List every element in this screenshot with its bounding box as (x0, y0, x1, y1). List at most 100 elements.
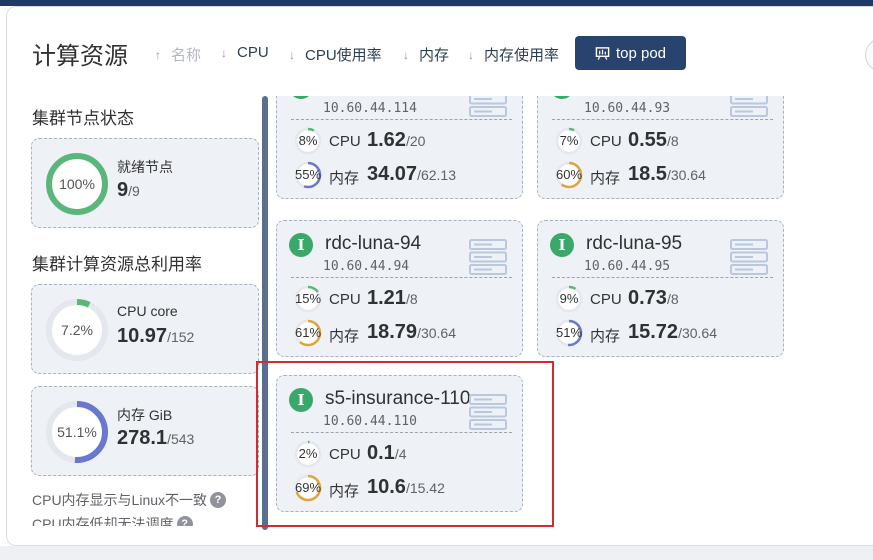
ready-nodes-label: 就绪节点 (117, 159, 173, 175)
memory-gib-percent: 51.1% (57, 424, 97, 440)
help-icon[interactable]: ? (210, 492, 227, 508)
sort-memory-usage-label: 内存使用率 (484, 47, 560, 64)
memory-label: 内存 (590, 170, 621, 187)
node-ip: 10.60.44.114 (323, 101, 417, 116)
sort-arrow-icon: ↓ (403, 47, 409, 62)
memory-usage-percent: 61% (294, 325, 322, 340)
help-icon[interactable]: ? (176, 516, 193, 526)
note-clip: CPU内存低却无法调度 ? (0, 510, 262, 526)
cpu-usage-percent: 9% (559, 291, 579, 306)
server-icon (469, 239, 507, 275)
server-icon (469, 96, 507, 117)
cpu-core-total: /152 (167, 329, 195, 345)
sort-memory[interactable]: ↓ 内存 (403, 44, 449, 65)
cpu-used: 1.62 (367, 129, 406, 151)
sort-cpu-label: CPU (237, 44, 269, 61)
card-divider (552, 277, 773, 278)
cpu-core-card: 7.2% CPU core 10.97/152 (31, 284, 259, 374)
node-ip: 10.60.44.94 (323, 259, 410, 274)
cpu-usage-percent: 8% (298, 133, 318, 148)
cpu-used: 0.73 (628, 287, 667, 309)
sort-cpu-usage-label: CPU使用率 (305, 47, 382, 64)
node-name: rdc-luna-94 (325, 233, 422, 254)
memory-gib-label: 内存 GiB (117, 407, 173, 423)
sort-arrow-icon: ↓ (221, 45, 227, 60)
node-ip: 10.60.44.93 (584, 101, 671, 116)
top-pod-button[interactable]: top pod (575, 36, 686, 70)
highlight-box (256, 361, 554, 527)
top-pod-label: top pod (615, 44, 667, 62)
cluster-utilization-title: 集群计算资源总利用率 (32, 255, 202, 274)
cpu-total: /8 (666, 291, 679, 307)
cpu-core-value: 10.97/152 (117, 325, 194, 348)
memory-used: 15.72 (628, 321, 679, 343)
node-card[interactable]: I 10.60.44.114 8% CPU 1.62/20 55% 内存 34.… (276, 96, 523, 199)
memory-total: /30.64 (417, 325, 456, 341)
memory-value: 34.07/62.13 (367, 163, 456, 186)
node-card[interactable]: I 10.60.44.93 7% CPU 0.55/8 60% 内存 18.5/… (537, 96, 784, 199)
sort-memory-label: 内存 (419, 47, 450, 64)
card-divider (552, 119, 773, 120)
memory-gib-used: 278.1 (117, 427, 168, 449)
memory-total: /62.13 (417, 167, 456, 183)
cpu-label: CPU (329, 291, 361, 308)
server-icon (730, 239, 768, 275)
sort-arrow-icon: ↓ (289, 47, 295, 62)
node-type-icon: I (550, 96, 574, 99)
memory-label: 内存 (329, 328, 360, 345)
ready-nodes-total: /9 (128, 183, 140, 199)
memory-usage-percent: 55% (294, 167, 322, 182)
cpu-total: /8 (666, 133, 679, 149)
memory-gib-value: 278.1/543 (117, 427, 194, 450)
memory-value: 15.72/30.64 (628, 321, 717, 344)
page-title: 计算资源 (32, 43, 128, 70)
card-divider (291, 277, 512, 278)
memory-total: /30.64 (666, 167, 706, 183)
cluster-node-status-title: 集群节点状态 (32, 109, 134, 128)
memory-used: 18.79 (367, 321, 418, 343)
node-type-icon: I (289, 96, 313, 99)
cpu-value: 0.55/8 (628, 129, 679, 152)
cpu-label: CPU (590, 291, 622, 308)
memory-used: 34.07 (367, 163, 418, 185)
sort-cpu[interactable]: ↓ CPU (221, 44, 269, 61)
card-divider (291, 119, 512, 120)
bottom-strip (0, 546, 873, 560)
memory-value: 18.5/30.64 (628, 163, 706, 186)
cpu-value: 1.62/20 (367, 129, 425, 152)
ready-nodes-card: 100% 就绪节点 9/9 (31, 138, 259, 228)
memory-total: /30.64 (678, 325, 717, 341)
note-unschedulable[interactable]: CPU内存低却无法调度 ? (32, 514, 193, 526)
memory-used: 18.5 (628, 163, 667, 185)
memory-gib-card: 51.1% 内存 GiB 278.1/543 (31, 386, 259, 476)
cpu-total: /8 (405, 291, 418, 307)
cpu-usage-percent: 15% (294, 291, 322, 306)
memory-usage-percent: 51% (555, 325, 583, 340)
cpu-total: /20 (405, 133, 426, 149)
server-icon (730, 96, 768, 117)
node-card[interactable]: I rdc-luna-94 10.60.44.94 15% CPU 1.21/8… (276, 220, 523, 357)
cpu-used: 1.21 (367, 287, 406, 309)
memory-value: 18.79/30.64 (367, 321, 456, 344)
sort-memory-usage[interactable]: ↓ 内存使用率 (468, 44, 559, 65)
note-unschedulable-text: CPU内存低却无法调度 (32, 516, 174, 526)
memory-usage-percent: 60% (555, 167, 583, 182)
sort-cpu-usage[interactable]: ↓ CPU使用率 (289, 44, 382, 65)
sort-name[interactable]: ↑ 名称 (155, 44, 201, 65)
cpu-value: 0.73/8 (628, 287, 679, 310)
sort-arrow-icon: ↓ (468, 47, 474, 62)
node-type-icon: I (550, 233, 574, 257)
node-ip: 10.60.44.95 (584, 259, 671, 274)
note-linux-mismatch[interactable]: CPU内存显示与Linux不一致 ? (32, 490, 227, 510)
note-linux-mismatch-text: CPU内存显示与Linux不一致 (32, 492, 208, 508)
ready-nodes-value: 9/9 (117, 179, 140, 202)
cpu-core-used: 10.97 (117, 325, 168, 347)
sort-arrow-icon: ↑ (155, 47, 161, 62)
node-type-icon: I (289, 233, 313, 257)
ready-nodes-count: 9 (117, 179, 129, 201)
memory-label: 内存 (590, 328, 621, 345)
sort-name-label: 名称 (171, 47, 202, 64)
memory-gib-total: /543 (167, 431, 195, 447)
chart-icon (595, 46, 610, 60)
node-card[interactable]: I rdc-luna-95 10.60.44.95 9% CPU 0.73/8 … (537, 220, 784, 357)
